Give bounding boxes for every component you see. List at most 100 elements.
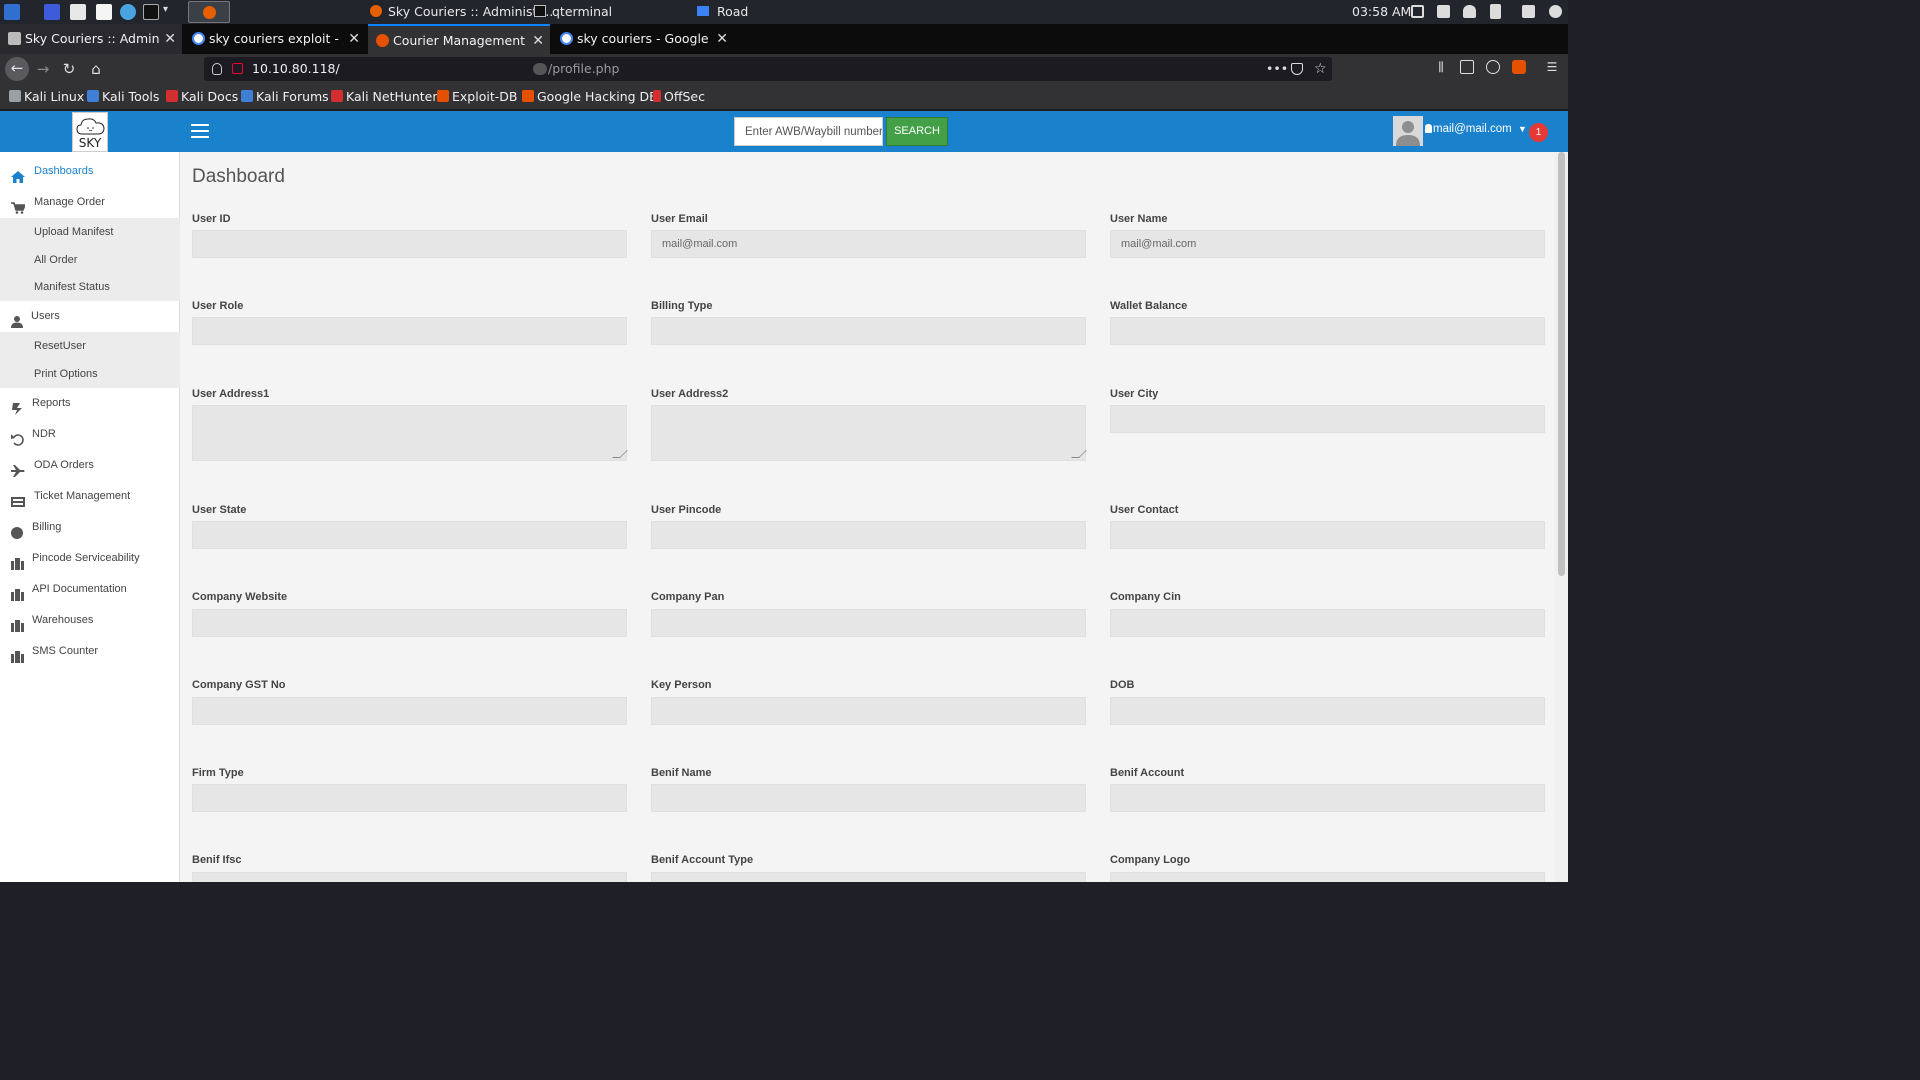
company-logo-field[interactable] bbox=[1110, 872, 1545, 882]
hamburger-menu-icon[interactable]: ☰ bbox=[1545, 60, 1559, 74]
sidebar-item-label: Reports bbox=[32, 397, 71, 409]
submenu-item-all-order[interactable]: All Order bbox=[0, 246, 180, 274]
sidebar-item-warehouses[interactable]: Warehouses bbox=[0, 605, 180, 635]
account-icon[interactable] bbox=[1486, 60, 1500, 74]
user-name-field[interactable] bbox=[1110, 230, 1545, 258]
benif-ifsc-field[interactable] bbox=[192, 872, 627, 882]
user-contact-field[interactable] bbox=[1110, 521, 1545, 549]
sidebar-item-billing[interactable]: Billing bbox=[0, 512, 180, 542]
company-cin-field[interactable] bbox=[1110, 609, 1545, 637]
user-address1-textarea[interactable] bbox=[192, 405, 628, 461]
bookmark-google-hacking-db[interactable]: Google Hacking DB bbox=[522, 84, 658, 110]
benif-name-field[interactable] bbox=[651, 784, 1086, 812]
forward-button[interactable]: → bbox=[32, 58, 54, 80]
bookmark-star-icon[interactable]: ☆ bbox=[1314, 57, 1327, 81]
benif-account-type-field[interactable] bbox=[651, 872, 1086, 882]
extension-icon[interactable] bbox=[1512, 60, 1526, 74]
sidebar-item-users[interactable]: Users bbox=[0, 301, 180, 331]
volume-icon[interactable] bbox=[1437, 5, 1450, 18]
tab-sky-couriers[interactable]: Sky Couriers :: Administr ✕ bbox=[0, 24, 182, 54]
sidebar-item-manage-order[interactable]: Manage Order bbox=[0, 187, 180, 217]
taskbar-window-folder[interactable]: Road bbox=[697, 0, 748, 24]
close-tab-icon[interactable]: ✕ bbox=[164, 24, 176, 54]
notification-badge[interactable]: 1 bbox=[1529, 123, 1548, 142]
submenu-item-manifest-status[interactable]: Manifest Status bbox=[0, 273, 180, 301]
company-pan-field[interactable] bbox=[651, 609, 1086, 637]
tab-sky-couriers-google[interactable]: sky couriers - Google Sea ✕ bbox=[552, 24, 734, 54]
bookmark-exploit-db[interactable]: Exploit-DB bbox=[437, 84, 517, 110]
power-icon[interactable] bbox=[1549, 5, 1562, 18]
user-id-field[interactable] bbox=[192, 230, 627, 258]
bookmark-kali-tools[interactable]: Kali Tools bbox=[87, 84, 159, 110]
kali-menu-icon[interactable] bbox=[4, 4, 20, 20]
library-icon[interactable]: ⫼ bbox=[1434, 60, 1448, 74]
tab-courier-management[interactable]: Courier Management Sys ✕ bbox=[368, 24, 550, 54]
file-manager-icon[interactable] bbox=[70, 4, 86, 20]
avatar[interactable] bbox=[1393, 116, 1423, 146]
menu-toggle-icon[interactable] bbox=[191, 124, 209, 138]
sidebar-item-api-documentation[interactable]: API Documentation bbox=[0, 574, 180, 604]
terminal-icon[interactable] bbox=[143, 4, 159, 20]
sidebar-item-oda-orders[interactable]: ODA Orders bbox=[0, 450, 180, 480]
submenu-item-upload-manifest[interactable]: Upload Manifest bbox=[0, 218, 180, 246]
chevron-down-icon[interactable]: ▾ bbox=[163, 4, 168, 15]
more-actions-icon[interactable]: ••• bbox=[1266, 57, 1288, 81]
awb-search-input[interactable] bbox=[734, 117, 883, 146]
user-pincode-field[interactable] bbox=[651, 521, 1086, 549]
user-menu-dropdown[interactable]: mail@mail.com ▼ bbox=[1425, 123, 1527, 135]
workspace-icon[interactable] bbox=[44, 4, 60, 20]
bookmark-kali-linux[interactable]: Kali Linux bbox=[9, 84, 84, 110]
tab-sky-couriers-exploit[interactable]: sky couriers exploit - „Go ✕ bbox=[184, 24, 366, 54]
user-address2-textarea[interactable] bbox=[651, 405, 1087, 461]
pocket-icon[interactable] bbox=[1291, 63, 1303, 75]
search-button[interactable]: SEARCH bbox=[886, 117, 948, 146]
display-icon[interactable] bbox=[1411, 5, 1424, 18]
company-gst-field[interactable] bbox=[192, 697, 627, 725]
wallet-balance-field[interactable] bbox=[1110, 317, 1545, 345]
close-tab-icon[interactable]: ✕ bbox=[348, 24, 360, 54]
key-person-field[interactable] bbox=[651, 697, 1086, 725]
text-editor-icon[interactable] bbox=[96, 4, 112, 20]
close-tab-icon[interactable]: ✕ bbox=[532, 26, 544, 54]
sidebar-item-ticket-management[interactable]: Ticket Management bbox=[0, 481, 180, 511]
lock-icon[interactable] bbox=[1522, 5, 1535, 18]
bell-icon[interactable] bbox=[1463, 5, 1476, 18]
dob-field[interactable] bbox=[1110, 697, 1545, 725]
benif-account-field[interactable] bbox=[1110, 784, 1545, 812]
url-bar[interactable]: 10.10.80.118/ /profile.php ••• ☆ bbox=[204, 57, 1332, 81]
browser-icon[interactable] bbox=[120, 4, 136, 20]
user-email-field[interactable] bbox=[651, 230, 1086, 258]
user-city-field[interactable] bbox=[1110, 405, 1545, 433]
sidebar-toggle-icon[interactable] bbox=[1460, 60, 1474, 74]
submenu-item-print-options[interactable]: Print Options bbox=[0, 360, 180, 388]
submenu-item-resetuser[interactable]: ResetUser bbox=[0, 332, 180, 360]
close-tab-icon[interactable]: ✕ bbox=[716, 24, 728, 54]
sidebar-item-reports[interactable]: Reports bbox=[0, 388, 180, 418]
bookmark-offsec[interactable]: OffSec bbox=[653, 84, 705, 110]
taskbar-window-browser[interactable]: Sky Couriers :: Administr... bbox=[370, 0, 553, 24]
bookmark-kali-forums[interactable]: Kali Forums bbox=[241, 84, 329, 110]
reload-button[interactable]: ↻ bbox=[58, 58, 80, 80]
user-role-field[interactable] bbox=[192, 317, 627, 345]
sidebar-item-sms-counter[interactable]: SMS Counter bbox=[0, 636, 180, 666]
users-submenu: ResetUser Print Options bbox=[0, 332, 180, 388]
home-button[interactable]: ⌂ bbox=[85, 58, 107, 80]
bookmark-kali-docs[interactable]: Kali Docs bbox=[166, 84, 238, 110]
back-button[interactable]: ← bbox=[5, 57, 29, 81]
sidebar-item-dashboards[interactable]: Dashboards bbox=[0, 156, 180, 186]
firefox-taskbar-button[interactable] bbox=[188, 1, 230, 23]
scrollbar-thumb[interactable] bbox=[1558, 152, 1565, 576]
taskbar-window-terminal[interactable]: qterminal bbox=[534, 0, 612, 24]
user-state-field[interactable] bbox=[192, 521, 627, 549]
sidebar-item-ndr[interactable]: NDR bbox=[0, 419, 180, 449]
sky-logo[interactable]: SKY bbox=[72, 112, 108, 152]
company-website-field[interactable] bbox=[192, 609, 627, 637]
sidebar-item-pincode-serviceability[interactable]: Pincode Serviceability bbox=[0, 543, 180, 573]
page-scrollbar[interactable] bbox=[1555, 152, 1568, 882]
resize-handle-icon[interactable] bbox=[1071, 450, 1087, 458]
resize-handle-icon[interactable] bbox=[612, 450, 628, 458]
billing-type-field[interactable] bbox=[651, 317, 1086, 345]
bookmark-kali-nethunter[interactable]: Kali NetHunter bbox=[331, 84, 437, 110]
firm-type-field[interactable] bbox=[192, 784, 627, 812]
battery-icon[interactable] bbox=[1490, 4, 1501, 19]
